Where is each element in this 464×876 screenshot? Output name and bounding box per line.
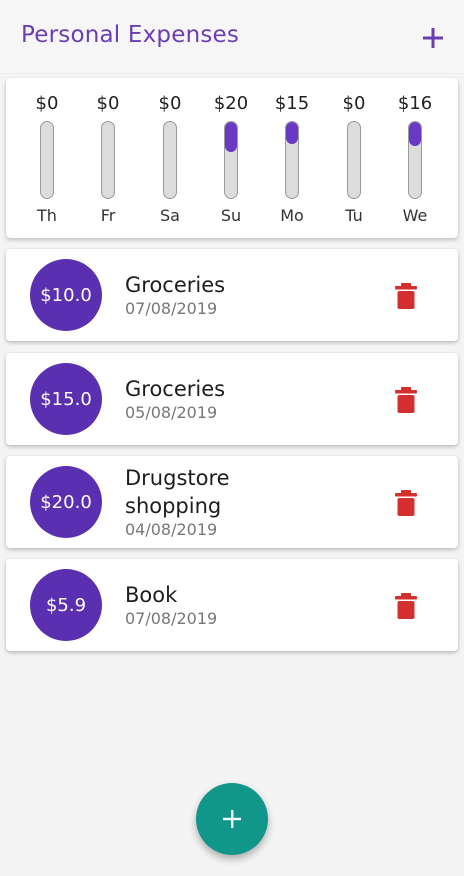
amount-badge: $15.0 — [30, 363, 102, 435]
chart-bar: $0 Th — [17, 78, 77, 238]
chart-bar: $0 Tu — [324, 78, 384, 238]
delete-button[interactable] — [394, 386, 418, 414]
plus-icon — [423, 28, 443, 48]
bar-track — [347, 121, 361, 199]
amount-badge: $20.0 — [30, 466, 102, 538]
chart-bar: $20 Su — [201, 78, 261, 238]
bar-day: Th — [37, 206, 57, 225]
transaction-details: Groceries 07/08/2019 — [125, 249, 375, 341]
trash-icon — [395, 387, 417, 413]
bar-fill — [409, 122, 421, 146]
bar-amount: $0 — [35, 93, 59, 114]
transaction-item: $15.0 Groceries 05/08/2019 — [6, 353, 458, 445]
add-expense-button[interactable] — [418, 23, 448, 53]
bar-amount: $20 — [213, 93, 249, 114]
chart-bar: $15 Mo — [262, 78, 322, 238]
transaction-item: $5.9 Book 07/08/2019 — [6, 559, 458, 651]
delete-button[interactable] — [394, 489, 418, 517]
bar-amount: $0 — [342, 93, 366, 114]
bar-amount: $0 — [158, 93, 182, 114]
delete-button[interactable] — [394, 282, 418, 310]
chart-bar: $0 Sa — [140, 78, 200, 238]
transaction-title: Book — [125, 583, 178, 607]
plus-icon — [223, 810, 241, 828]
transaction-date: 07/08/2019 — [125, 299, 218, 318]
bar-amount: $15 — [274, 93, 310, 114]
bar-track — [285, 121, 299, 199]
delete-button[interactable] — [394, 592, 418, 620]
transaction-date: 05/08/2019 — [125, 403, 218, 422]
transaction-item: $10.0 Groceries 07/08/2019 — [6, 249, 458, 341]
fab-add-button[interactable] — [196, 783, 268, 855]
bar-track — [408, 121, 422, 199]
app-bar: Personal Expenses — [0, 0, 464, 74]
transaction-item: $20.0 Drugstore shopping 04/08/2019 — [6, 456, 458, 548]
bar-track — [224, 121, 238, 199]
bar-day: Mo — [280, 206, 304, 225]
transaction-title: Groceries — [125, 273, 226, 297]
trash-icon — [395, 490, 417, 516]
amount-badge: $5.9 — [30, 569, 102, 641]
bar-amount: $0 — [96, 93, 120, 114]
chart-bar: $0 Fr — [78, 78, 138, 238]
bar-fill — [286, 122, 298, 145]
chart-bar: $16 We — [385, 78, 445, 238]
transaction-title: Drugstore shopping — [125, 466, 230, 518]
bar-day: Fr — [100, 206, 116, 225]
bar-amount: $16 — [397, 93, 433, 114]
bar-day: Tu — [345, 206, 363, 225]
bar-day: Su — [220, 206, 242, 225]
trash-icon — [395, 283, 417, 309]
transaction-date: 04/08/2019 — [125, 520, 218, 539]
transaction-date: 07/08/2019 — [125, 609, 218, 628]
transaction-title: Groceries — [125, 377, 226, 401]
transaction-details: Groceries 05/08/2019 — [125, 353, 375, 445]
page-title: Personal Expenses — [21, 22, 240, 48]
transaction-details: Book 07/08/2019 — [125, 559, 375, 651]
bar-day: We — [402, 206, 428, 225]
bar-track — [40, 121, 54, 199]
bar-track — [101, 121, 115, 199]
bar-fill — [225, 122, 237, 152]
bar-day: Sa — [160, 206, 180, 225]
bar-track — [163, 121, 177, 199]
transaction-details: Drugstore shopping 04/08/2019 — [125, 456, 375, 548]
weekly-chart: $0 Th $0 Fr $0 Sa $20 Su $15 Mo $0 Tu $1… — [6, 78, 458, 238]
trash-icon — [395, 593, 417, 619]
amount-badge: $10.0 — [30, 259, 102, 331]
